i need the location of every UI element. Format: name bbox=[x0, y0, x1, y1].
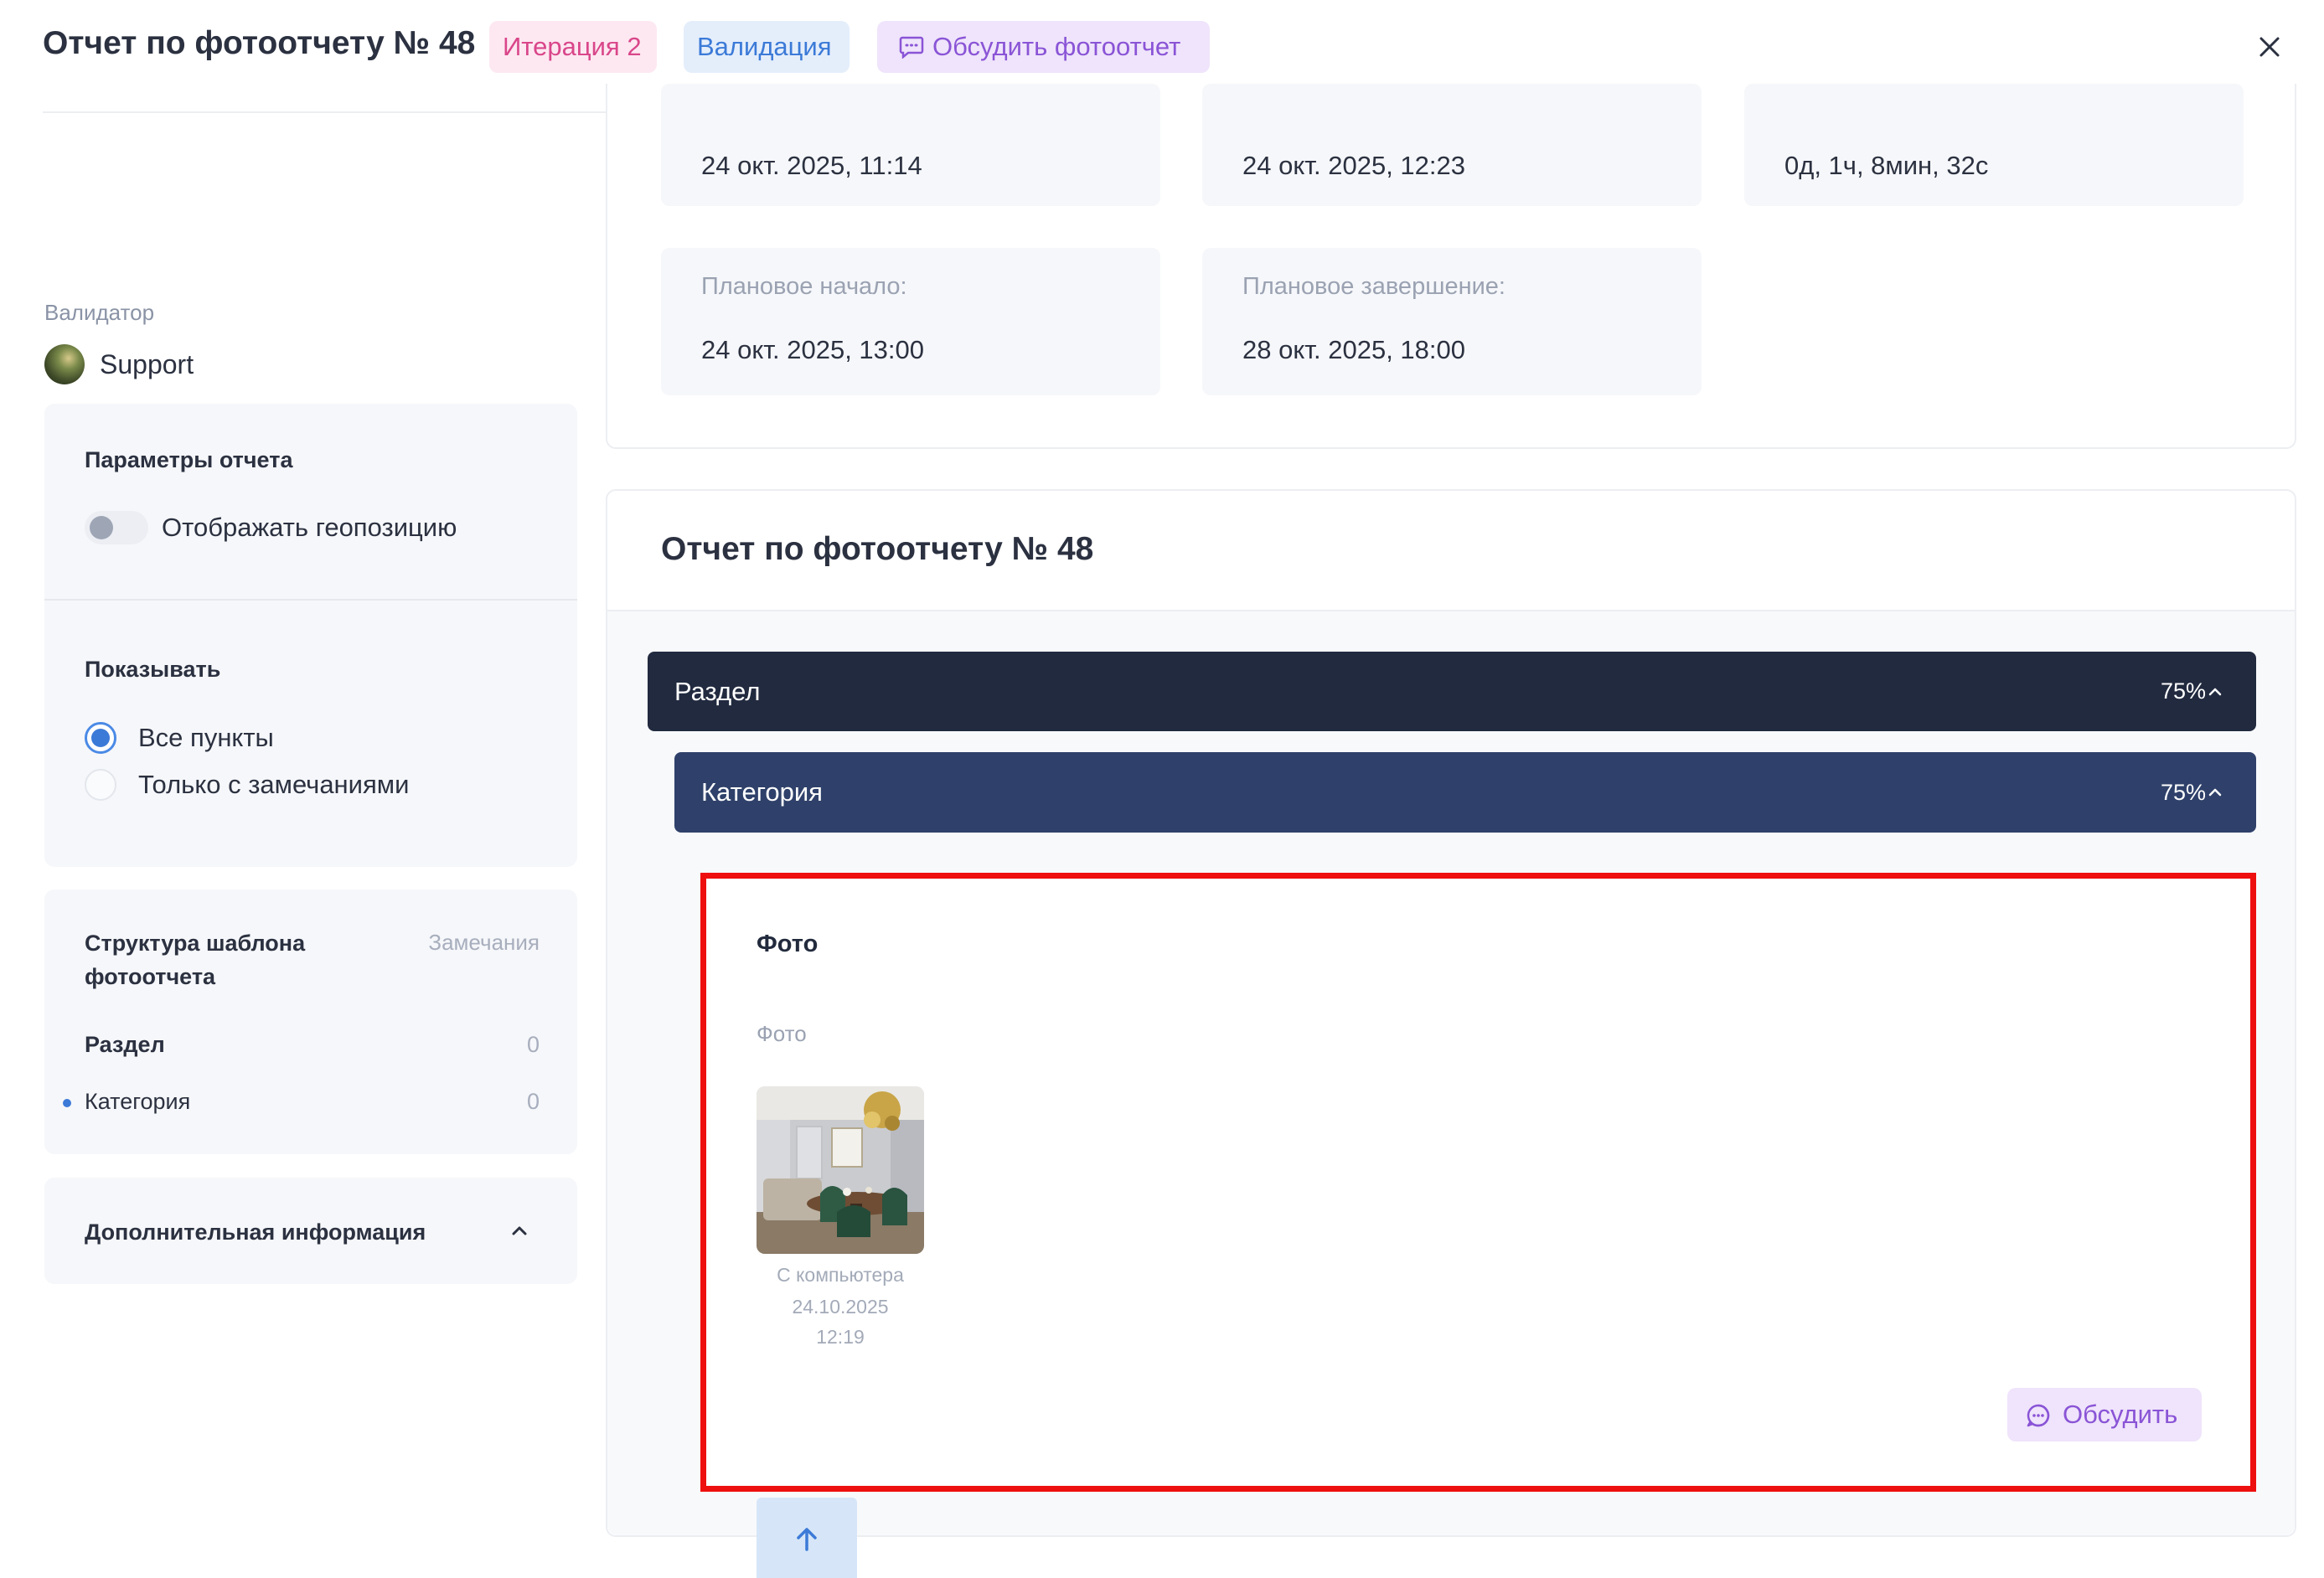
close-icon bbox=[2259, 37, 2280, 57]
info-label: Плановое завершение: bbox=[1242, 273, 1505, 300]
report-info-card: 24 окт. 2025, 11:14 24 окт. 2025, 12:23 … bbox=[606, 84, 2296, 449]
active-dot bbox=[63, 1099, 71, 1107]
chevron-up-icon bbox=[2208, 788, 2222, 797]
info-card-planned-start: Плановое начало: 24 окт. 2025, 13:00 bbox=[661, 248, 1160, 395]
chat-icon bbox=[2027, 1404, 2050, 1427]
radio-with-notes[interactable] bbox=[85, 769, 116, 801]
status-tag: Валидация bbox=[684, 21, 850, 73]
info-card-start: 24 окт. 2025, 11:14 bbox=[661, 84, 1160, 206]
info-card-planned-end: Плановое завершение: 28 окт. 2025, 18:00 bbox=[1202, 248, 1702, 395]
chevron-up-icon bbox=[2208, 688, 2222, 696]
info-value: 24 окт. 2025, 12:23 bbox=[1242, 151, 1465, 180]
discuss-report-label: Обсудить фотоотчет bbox=[932, 32, 1181, 61]
radio-all-items-label: Все пункты bbox=[138, 723, 274, 752]
discuss-report-button[interactable]: Обсудить фотоотчет bbox=[877, 21, 1210, 73]
iteration-tag: Итерация 2 bbox=[489, 21, 657, 73]
validator-user: Support bbox=[44, 343, 194, 385]
info-card-end: 24 окт. 2025, 12:23 bbox=[1202, 84, 1702, 206]
info-value: 0д, 1ч, 8мин, 32с bbox=[1784, 151, 1989, 180]
discuss-photo-label: Обсудить bbox=[2063, 1400, 2178, 1429]
structure-row-label: Раздел bbox=[85, 1032, 165, 1057]
section-percent: 75% bbox=[2160, 678, 2206, 704]
structure-title: Структура шаблона фотоотчета bbox=[85, 931, 306, 989]
template-structure-panel: Структура шаблона фотоотчета Замечания Р… bbox=[44, 890, 577, 1154]
section-label: Раздел bbox=[674, 677, 761, 706]
photo-item-title: Фото bbox=[757, 931, 819, 957]
info-card-duration: 0д, 1ч, 8мин, 32с bbox=[1744, 84, 2244, 206]
photo-source: С компьютера bbox=[777, 1264, 904, 1286]
geo-toggle[interactable] bbox=[85, 511, 148, 544]
toggle-knob bbox=[90, 516, 113, 539]
chevron-up-icon bbox=[512, 1226, 527, 1235]
avatar bbox=[44, 344, 85, 384]
photo-thumbnail[interactable] bbox=[757, 1086, 924, 1254]
radio-all-items[interactable] bbox=[85, 722, 116, 754]
close-button[interactable] bbox=[2253, 30, 2286, 64]
category-accordion[interactable]: Категория 75% bbox=[674, 752, 2256, 833]
structure-row-label: Категория bbox=[85, 1089, 191, 1114]
structure-row-count: 0 bbox=[526, 1032, 540, 1057]
arrow-up-icon bbox=[797, 1528, 817, 1551]
info-value: 24 окт. 2025, 13:00 bbox=[701, 335, 924, 364]
structure-row-count: 0 bbox=[526, 1089, 540, 1114]
discuss-photo-button[interactable]: Обсудить bbox=[2007, 1388, 2202, 1441]
info-label: Плановое начало: bbox=[701, 273, 907, 300]
params-title: Параметры отчета bbox=[85, 447, 293, 472]
panel-divider bbox=[44, 599, 577, 601]
info-value: 24 окт. 2025, 11:14 bbox=[701, 151, 922, 180]
additional-info-title: Дополнительная информация bbox=[85, 1220, 426, 1245]
photo-time: 12:19 bbox=[816, 1326, 865, 1348]
modal-title: Отчет по фотоотчету № 48 bbox=[43, 25, 476, 61]
additional-info-panel[interactable]: Дополнительная информация bbox=[44, 1178, 577, 1284]
validator-label: Валидатор bbox=[44, 300, 155, 325]
chat-icon bbox=[899, 36, 924, 59]
show-title: Показывать bbox=[85, 657, 221, 682]
info-value: 28 окт. 2025, 18:00 bbox=[1242, 335, 1465, 364]
category-percent: 75% bbox=[2160, 780, 2206, 805]
validator-name: Support bbox=[100, 348, 194, 379]
structure-row-category[interactable]: Категория 0 bbox=[85, 1089, 540, 1115]
photo-item-subtitle: Фото bbox=[757, 1021, 807, 1046]
interior-photo bbox=[757, 1086, 924, 1254]
photo-item-card: Фото Фото С компьютера 24.10.2025 12:19 bbox=[700, 873, 2256, 1492]
structure-row-section[interactable]: Раздел 0 bbox=[85, 1032, 540, 1058]
report-params-panel: Параметры отчета Отображать геопозицию П… bbox=[44, 404, 577, 867]
geo-toggle-label: Отображать геопозицию bbox=[162, 513, 457, 542]
scroll-to-top-button[interactable] bbox=[757, 1498, 857, 1578]
section-accordion[interactable]: Раздел 75% bbox=[648, 652, 2256, 731]
radio-with-notes-label: Только с замечаниями bbox=[138, 770, 410, 799]
category-label: Категория bbox=[701, 777, 823, 807]
report-title: Отчет по фотоотчету № 48 bbox=[661, 531, 1094, 567]
photo-date: 24.10.2025 bbox=[792, 1296, 889, 1318]
structure-notes-header: Замечания bbox=[428, 930, 540, 955]
